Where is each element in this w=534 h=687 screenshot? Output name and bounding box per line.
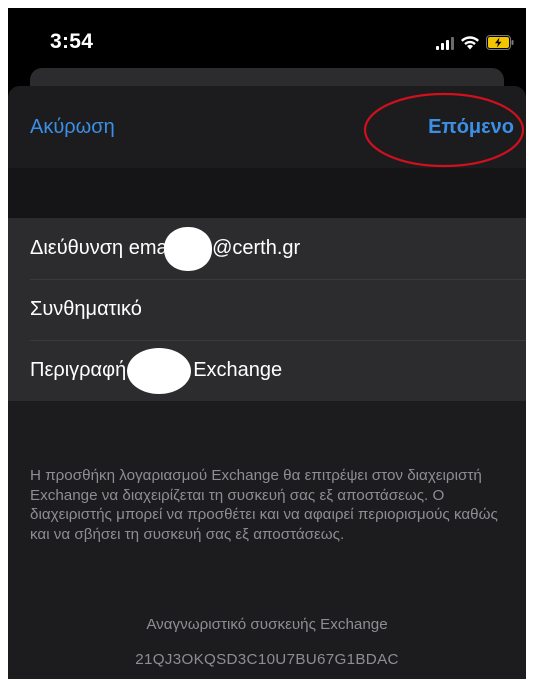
description-field[interactable]: Περιγραφή Exchange <box>8 340 526 401</box>
signal-icon <box>436 36 454 50</box>
password-label: Συνθηματικό <box>30 298 142 320</box>
status-bar: 3:54 <box>8 8 526 70</box>
exchange-account-sheet: Ακύρωση Επόμενο Διεύθυνση emai s@certh.gr… <box>8 86 526 679</box>
section-spacer <box>8 168 526 218</box>
description-label: Περιγραφή <box>30 359 127 381</box>
status-time: 3:54 <box>50 30 94 53</box>
account-form: Διεύθυνση emai s@certh.gr Συνθηματικό Περ… <box>8 218 526 401</box>
password-field[interactable]: Συνθηματικό <box>8 279 526 340</box>
redaction-mark <box>127 347 192 394</box>
status-icons <box>436 34 514 50</box>
navigation-bar: Ακύρωση Επόμενο <box>8 86 526 168</box>
email-field[interactable]: Διεύθυνση emai s@certh.gr <box>8 218 526 279</box>
section-spacer <box>8 401 526 461</box>
cancel-button[interactable]: Ακύρωση <box>30 116 115 139</box>
description-value: Exchange <box>193 359 283 381</box>
email-value: s@certh.gr <box>202 237 301 259</box>
battery-charging-icon <box>486 35 514 50</box>
next-button[interactable]: Επόμενο <box>428 116 514 139</box>
exchange-notice: Η προσθήκη λογαριασμού Exchange θα επιτρ… <box>30 467 498 543</box>
wifi-icon <box>460 35 480 50</box>
email-label: Διεύθυνση emai <box>30 237 173 259</box>
device-id-value: 21QJ3OKQSD3C10U7BU67G1BDAC <box>135 651 399 668</box>
phone-screen: 3:54 Ακύρωση Επόμενο Διεύθυνση emai s@ce… <box>8 8 526 679</box>
device-id-label: Αναγνωριστικό συσκευής Exchange <box>146 616 388 633</box>
